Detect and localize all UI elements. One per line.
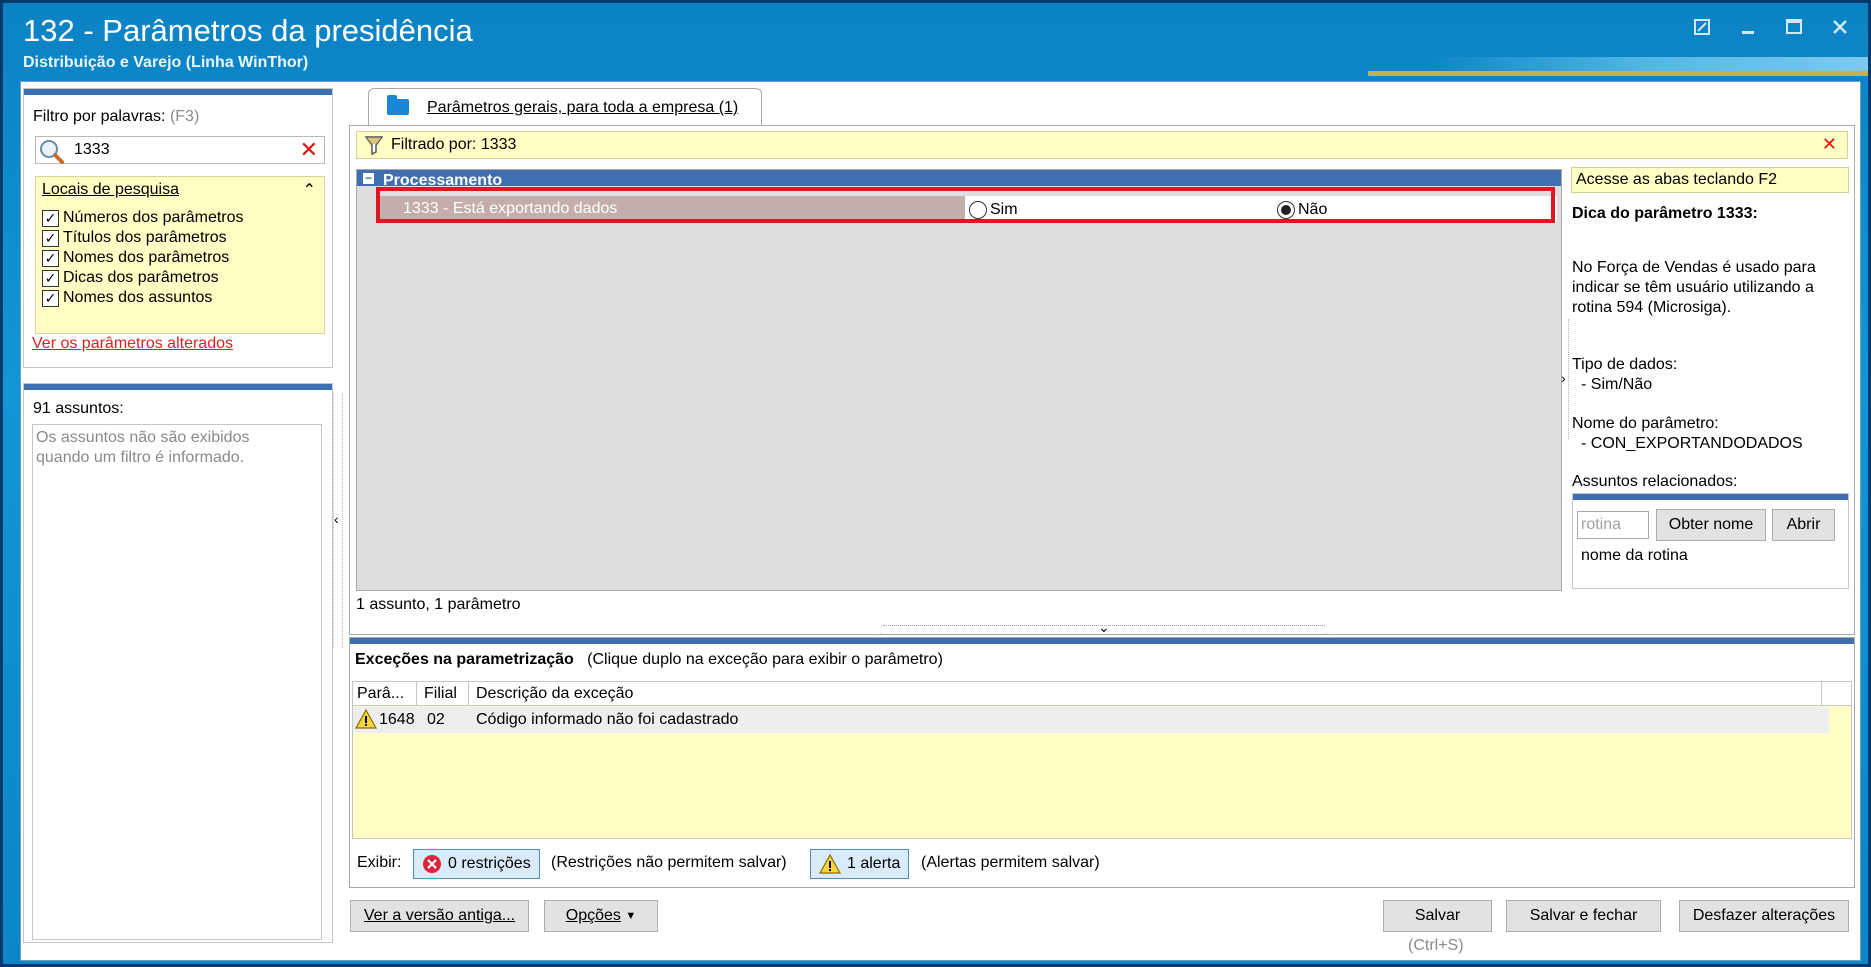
filter-bar: Filtrado por: 1333 ✕: [356, 131, 1848, 159]
minimize-icon[interactable]: [1738, 17, 1758, 37]
filter-input[interactable]: [74, 139, 294, 161]
filter-searchbox[interactable]: ✕: [35, 136, 325, 164]
row-param: 1648: [379, 711, 415, 728]
highlight-box: [376, 187, 1555, 223]
window-title: 132 - Parâmetros da presidência: [23, 13, 473, 48]
error-icon: [423, 855, 441, 873]
checkbox[interactable]: ✓: [42, 249, 59, 267]
exceptions-title: Exceções na parametrização (Clique duplo…: [355, 651, 943, 668]
maximize-icon[interactable]: [1784, 17, 1804, 37]
option-row[interactable]: ✓ Títulos dos parâmetros: [42, 227, 227, 249]
warning-icon: [819, 854, 841, 874]
params-grid: − Processamento 1333 - Está exportando d…: [356, 169, 1562, 591]
changed-params-link[interactable]: Ver os parâmetros alterados: [32, 335, 233, 353]
app-window: 132 - Parâmetros da presidência Distribu…: [0, 0, 1871, 967]
filter-label-text: Filtro por palavras:: [33, 108, 166, 125]
alerts-note: (Alertas permitem salvar): [921, 854, 1100, 871]
exceptions-header: Parâ... Filial Descrição da exceção: [353, 682, 1851, 706]
param-name-value: - CON_EXPORTANDODADOS: [1581, 435, 1803, 452]
chevron-right-icon[interactable]: ›: [1561, 370, 1566, 386]
search-icon: [40, 140, 64, 164]
col-filial[interactable]: Filial: [424, 685, 457, 703]
subjects-list: Os assuntos não são exibidos quando um f…: [32, 424, 322, 940]
hint-line: indicar se têm usuário utilizando a: [1572, 279, 1814, 296]
search-locations-title: Locais de pesquisa: [42, 181, 179, 198]
option-row[interactable]: ✓ Nomes dos parâmetros: [42, 247, 229, 269]
subjects-note: Os assuntos não são exibidos quando um f…: [36, 429, 250, 466]
exibir-label: Exibir:: [357, 854, 402, 871]
restrictions-note: (Restrições não permitem salvar): [551, 854, 787, 871]
save-shortcut: (Ctrl+S): [1408, 937, 1464, 954]
warning-icon: [355, 709, 377, 729]
window-subtitle: Distribuição e Varejo (Linha WinThor): [23, 54, 309, 71]
table-row[interactable]: 1648 02 Código informado não foi cadastr…: [353, 707, 1829, 733]
option-row[interactable]: ✓ Números dos parâmetros: [42, 207, 244, 229]
abrir-button[interactable]: Abrir: [1772, 509, 1835, 541]
checkbox[interactable]: ✓: [42, 209, 59, 227]
search-locations: Locais de pesquisa ⌃ ✓ Números dos parâme…: [35, 176, 325, 334]
rotina-name: nome da rotina: [1581, 547, 1688, 564]
related-subjects-label: Assuntos relacionados:: [1572, 473, 1738, 490]
restore-icon[interactable]: [1692, 17, 1712, 37]
obter-nome-button[interactable]: Obter nome: [1656, 509, 1766, 541]
option-row[interactable]: ✓ Dicas dos parâmetros: [42, 267, 219, 289]
panel-accent-bar: [24, 89, 332, 95]
checkbox[interactable]: ✓: [42, 229, 59, 247]
subjects-count: 91 assuntos:: [33, 400, 124, 417]
row-description: Código informado não foi cadastrado: [476, 711, 739, 728]
group-title: Processamento: [383, 172, 503, 186]
checkbox[interactable]: ✓: [42, 269, 59, 287]
dropdown-arrow-icon: ▼: [625, 910, 637, 922]
hint-header: Acesse as abas teclando F2: [1571, 167, 1849, 193]
option-row[interactable]: ✓ Nomes dos assuntos: [42, 287, 212, 309]
tab-label: Parâmetros gerais, para toda a empresa (…: [427, 99, 739, 116]
grid-status: 1 assunto, 1 parâmetro: [356, 596, 521, 613]
filter-shortcut: (F3): [169, 108, 200, 125]
panel-accent-bar: [1573, 494, 1848, 500]
save-button[interactable]: Salvar: [1383, 900, 1492, 932]
funnel-icon: [365, 136, 383, 155]
options-button[interactable]: Opções ▼: [544, 900, 658, 932]
save-close-button[interactable]: Salvar e fechar: [1506, 900, 1661, 932]
title-decoration-line: [1368, 71, 1868, 76]
undo-button[interactable]: Desfazer alterações: [1679, 900, 1849, 932]
restrictions-button[interactable]: 0 restrições: [413, 849, 540, 879]
collapse-icon[interactable]: ⌃: [303, 180, 316, 200]
old-version-button[interactable]: Ver a versão antiga...: [350, 900, 529, 932]
filter-label: Filtro por palavras: (F3): [33, 108, 199, 126]
close-icon[interactable]: [1830, 17, 1850, 37]
exceptions-panel: Exceções na parametrização (Clique duplo…: [349, 637, 1855, 888]
clear-filter-icon[interactable]: ✕: [300, 137, 318, 163]
filter-panel: Filtro por palavras: (F3) ✕ Locais de pe…: [23, 88, 333, 368]
tab-general-params[interactable]: Parâmetros gerais, para toda a empresa (…: [368, 88, 762, 126]
filter-bar-label: Filtrado por: 1333: [391, 136, 517, 153]
col-param[interactable]: Parâ...: [357, 685, 404, 703]
hint-line: rotina 594 (Microsiga).: [1572, 299, 1732, 316]
window-controls: [1692, 17, 1850, 37]
param-name-label: Nome do parâmetro:: [1572, 415, 1719, 432]
collapse-group-icon[interactable]: −: [363, 172, 374, 184]
col-description[interactable]: Descrição da exceção: [476, 685, 633, 703]
clear-filter-bar-icon[interactable]: ✕: [1822, 134, 1837, 155]
related-subjects-box: rotina Obter nome Abrir nome da rotina: [1572, 493, 1849, 589]
panel-accent-bar: [350, 638, 1854, 644]
alerts-button[interactable]: 1 alerta: [810, 849, 910, 879]
subjects-panel: 91 assuntos: Os assuntos não são exibido…: [23, 383, 333, 943]
hint-title: Dica do parâmetro 1333:: [1572, 205, 1758, 222]
data-type-label: Tipo de dados:: [1572, 356, 1678, 373]
panel-accent-bar: [24, 384, 332, 390]
hint-line: No Força de Vendas é usado para: [1572, 259, 1816, 276]
title-bar: 132 - Parâmetros da presidência Distribu…: [3, 3, 1868, 83]
rotina-input[interactable]: rotina: [1577, 511, 1649, 539]
data-type-value: - Sim/Não: [1581, 376, 1653, 393]
chevron-left-icon[interactable]: ‹: [334, 511, 339, 527]
chevron-down-icon[interactable]: ⌄: [1098, 619, 1110, 636]
row-filial: 02: [427, 711, 445, 728]
checkbox[interactable]: ✓: [42, 289, 59, 307]
group-header[interactable]: − Processamento: [357, 170, 1561, 186]
exceptions-table: Parâ... Filial Descrição da exceção 1648…: [352, 681, 1852, 839]
folder-icon: [387, 95, 409, 115]
